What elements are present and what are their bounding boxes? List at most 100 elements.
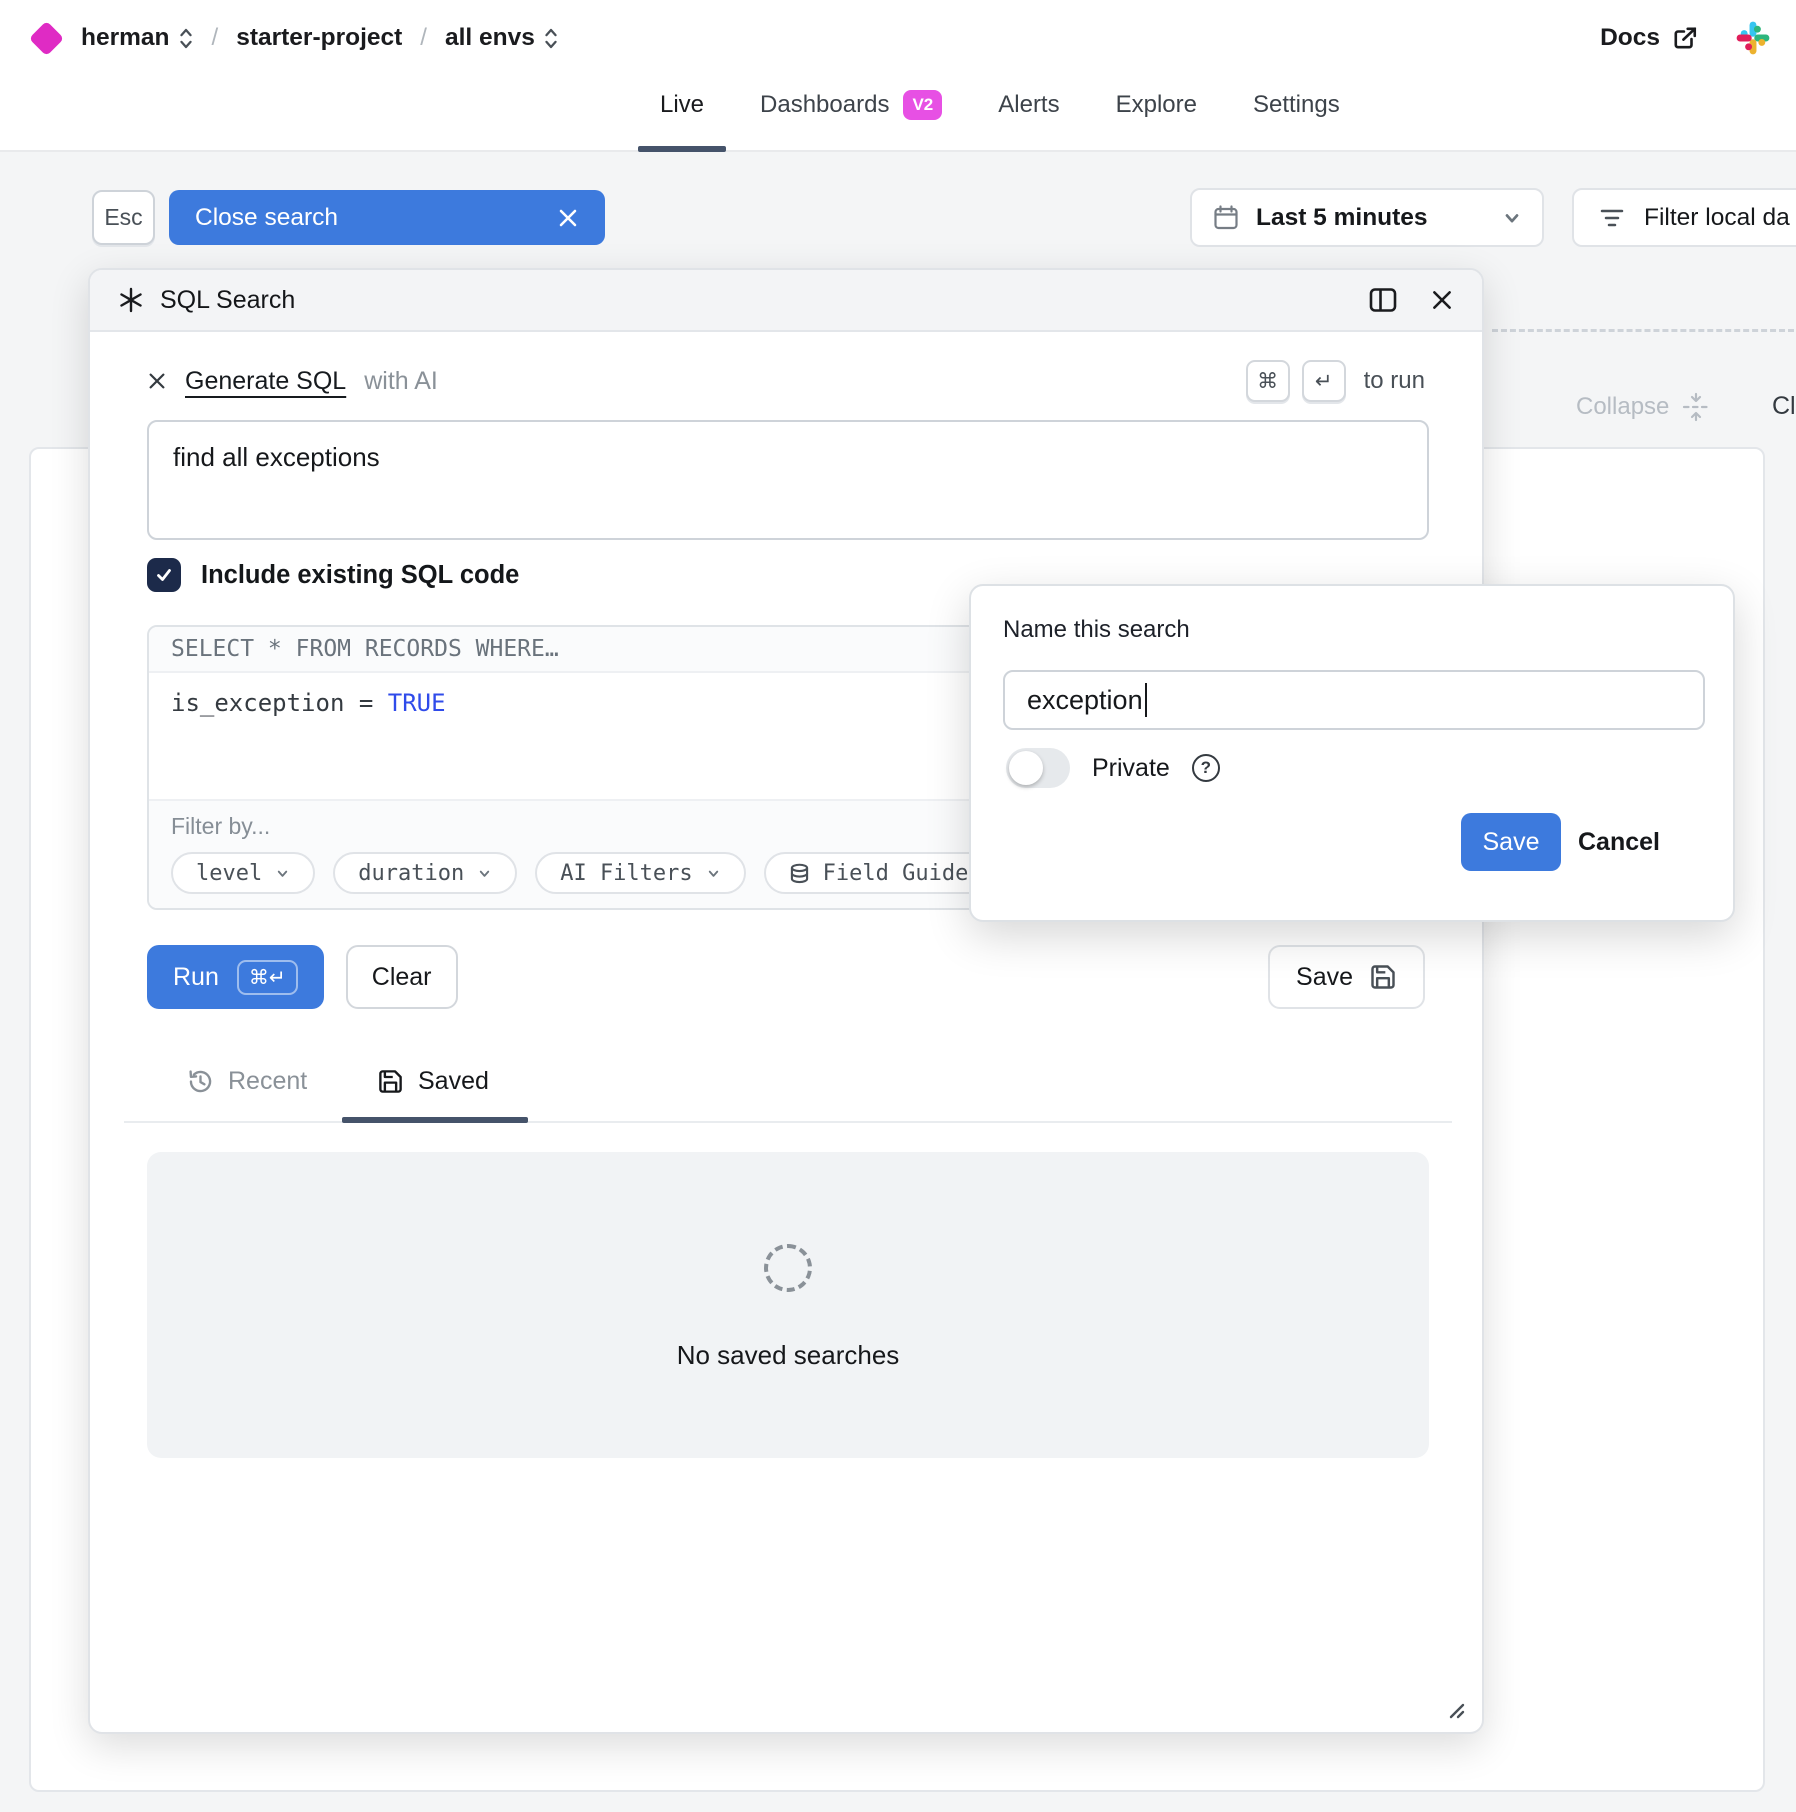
private-toggle[interactable]	[1006, 748, 1070, 788]
app-header: herman / starter-project / all envs Live…	[0, 0, 1796, 152]
tab-alerts[interactable]: Alerts	[976, 58, 1081, 152]
docs-label: Docs	[1600, 24, 1660, 52]
external-link-icon	[1672, 25, 1698, 51]
tab-live[interactable]: Live	[638, 58, 726, 152]
private-label: Private	[1092, 754, 1170, 783]
tab-explore[interactable]: Explore	[1094, 58, 1219, 152]
include-sql-checkbox[interactable]	[147, 558, 181, 592]
run-button[interactable]: Run ⌘↵	[147, 945, 324, 1009]
chip-label: level	[196, 861, 262, 886]
sparkle-asterisk-icon	[118, 287, 144, 313]
breadcrumb: herman / starter-project / all envs	[28, 0, 559, 76]
close-search-button[interactable]: Close search	[169, 190, 605, 245]
time-range-select[interactable]: Last 5 minutes	[1190, 188, 1544, 247]
help-question-icon[interactable]: ?	[1192, 754, 1220, 782]
breadcrumb-project[interactable]: starter-project	[236, 24, 402, 52]
tab-recent[interactable]: Recent	[187, 1067, 307, 1096]
enter-keycap: ↵	[1302, 360, 1346, 402]
breadcrumb-separator: /	[208, 24, 223, 52]
breadcrumb-separator: /	[416, 24, 431, 52]
tab-explore-label: Explore	[1116, 91, 1197, 119]
chip-label: duration	[358, 861, 464, 886]
history-icon	[187, 1068, 214, 1095]
close-search-label: Close search	[195, 204, 338, 232]
breadcrumb-project-label: starter-project	[236, 24, 402, 52]
selector-icon	[178, 26, 194, 51]
filter-local-button[interactable]: Filter local da	[1572, 188, 1796, 247]
generate-sql-suffix: with AI	[364, 367, 438, 396]
breadcrumb-org-label: herman	[81, 24, 170, 52]
save-search-button[interactable]: Save	[1268, 945, 1425, 1009]
breadcrumb-environment-label: all envs	[445, 24, 535, 52]
filter-chip-duration[interactable]: duration	[333, 852, 517, 894]
run-label: Run	[173, 963, 219, 992]
saved-tab-underline	[342, 1117, 528, 1123]
generate-sql-link[interactable]: Generate SQL	[185, 367, 346, 396]
sql-search-panel: SQL Search Generate SQL with AI	[88, 268, 1484, 1734]
resize-handle-icon[interactable]	[1444, 1698, 1466, 1720]
close-panel-button[interactable]	[1430, 288, 1454, 312]
field-guide-chip[interactable]: Field Guide	[764, 852, 994, 894]
docs-link[interactable]: Docs	[1600, 24, 1698, 52]
brand-diamond-icon	[29, 20, 64, 55]
include-sql-row: Include existing SQL code	[147, 558, 519, 592]
clear-button[interactable]: Clear	[346, 945, 458, 1009]
tab-saved[interactable]: Saved	[377, 1067, 489, 1096]
open-side-panel-button[interactable]	[1368, 285, 1398, 315]
search-name-input[interactable]: exception	[1003, 670, 1705, 730]
filter-local-label: Filter local da	[1644, 204, 1790, 232]
generate-sql-row: Generate SQL with AI ⌘ ↵ to run	[147, 360, 1425, 402]
esc-keycap[interactable]: Esc	[92, 190, 155, 245]
chevron-down-icon	[477, 866, 492, 881]
collapse-icon	[1681, 392, 1711, 422]
panel-split-icon	[1368, 285, 1398, 315]
tab-alerts-label: Alerts	[998, 91, 1059, 119]
editor-actions-row: Run ⌘↵ Clear Save	[147, 945, 1425, 1009]
filter-icon	[1598, 204, 1626, 232]
panel-title: SQL Search	[160, 286, 295, 315]
check-icon	[154, 565, 174, 585]
ai-prompt-input[interactable]: find all exceptions	[147, 420, 1429, 540]
save-label: Save	[1296, 963, 1353, 992]
clipped-button-label[interactable]: Cl	[1772, 392, 1796, 421]
calendar-icon	[1212, 204, 1240, 232]
search-name-value: exception	[1027, 685, 1143, 716]
filter-chip-level[interactable]: level	[171, 852, 315, 894]
tab-recent-label: Recent	[228, 1067, 307, 1096]
empty-state-text: No saved searches	[677, 1340, 900, 1371]
save-floppy-icon	[377, 1068, 404, 1095]
toggle-knob	[1009, 751, 1043, 785]
breadcrumb-org[interactable]: herman	[81, 24, 194, 52]
chevron-down-icon	[1502, 208, 1522, 228]
collapse-button[interactable]: Collapse	[1576, 390, 1711, 424]
chip-label: Field Guide	[823, 861, 969, 886]
sql-panel-header: SQL Search	[90, 270, 1482, 332]
name-search-popover: Name this search exception Private ? Sav…	[969, 584, 1735, 922]
chevron-down-icon	[275, 866, 290, 881]
v2-badge: V2	[903, 90, 942, 120]
popover-cancel-button[interactable]: Cancel	[1571, 813, 1667, 871]
tab-saved-label: Saved	[418, 1067, 489, 1096]
sql-code-text: is_exception =	[171, 689, 388, 717]
filter-chip-ai-filters[interactable]: AI Filters	[535, 852, 745, 894]
empty-dashed-circle-icon	[764, 1244, 812, 1292]
slack-icon[interactable]	[1736, 21, 1770, 55]
tab-live-label: Live	[660, 91, 704, 119]
database-icon	[789, 863, 810, 884]
include-sql-label[interactable]: Include existing SQL code	[201, 561, 519, 590]
tabs-divider	[124, 1121, 1452, 1123]
tab-dashboards[interactable]: Dashboards V2	[738, 58, 964, 152]
save-floppy-icon	[1369, 963, 1397, 991]
dismiss-generate-button[interactable]	[147, 371, 167, 391]
chevron-down-icon	[706, 866, 721, 881]
popover-save-button[interactable]: Save	[1461, 813, 1561, 871]
breadcrumb-environment[interactable]: all envs	[445, 24, 559, 52]
tab-settings-label: Settings	[1253, 91, 1340, 119]
close-icon	[147, 371, 167, 391]
app-root: herman / starter-project / all envs Live…	[0, 0, 1796, 1812]
tab-settings[interactable]: Settings	[1231, 58, 1362, 152]
private-toggle-row: Private ?	[1006, 748, 1220, 788]
time-range-value: Last 5 minutes	[1256, 204, 1486, 232]
main-nav: Live Dashboards V2 Alerts Explore Settin…	[638, 58, 1362, 152]
text-cursor	[1145, 683, 1148, 717]
